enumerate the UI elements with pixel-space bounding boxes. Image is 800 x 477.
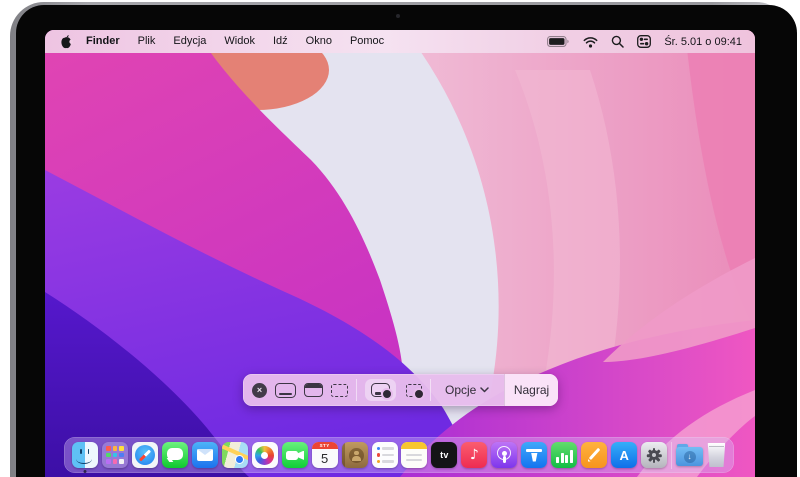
menu-item-idz[interactable]: Idź [264, 30, 297, 53]
menu-item-okno[interactable]: Okno [297, 30, 341, 53]
toolbar-separator [356, 379, 357, 401]
downloads-folder-icon: ↓ [676, 444, 704, 466]
calendar-icon: STY 5 [311, 442, 338, 468]
dock-item-calendar[interactable]: STY 5 [311, 437, 338, 473]
menu-bar-status: Śr. 5.01 o 09:41 [547, 35, 755, 48]
toolbar-separator [430, 379, 431, 401]
dock-item-numbers[interactable] [551, 437, 578, 473]
reminders-icon [371, 442, 398, 468]
dock-item-finder[interactable] [72, 437, 98, 473]
calendar-month: STY [311, 442, 338, 449]
dock-item-facetime[interactable] [281, 437, 308, 473]
record-selection-button[interactable] [406, 383, 425, 400]
dock-item-tv[interactable]: tv [431, 437, 458, 473]
dock-item-safari[interactable] [131, 437, 158, 473]
dock-item-trash[interactable] [707, 437, 726, 473]
messages-icon [161, 442, 188, 468]
dock-item-keynote[interactable] [521, 437, 548, 473]
screenshot-toolbar: × Opcje Nagraj [243, 374, 558, 406]
apple-tv-icon: tv [431, 442, 458, 468]
menu-item-finder[interactable]: Finder [77, 30, 129, 53]
record-button[interactable]: Nagraj [504, 374, 558, 406]
menu-item-widok[interactable]: Widok [215, 30, 264, 53]
screen-icon [275, 382, 296, 398]
menu-bar: Finder Plik Edycja Widok Idź Okno Pomoc [45, 30, 755, 53]
dock-item-pages[interactable] [581, 437, 608, 473]
dock-item-app-store[interactable]: A [611, 437, 638, 473]
webcam-icon [396, 14, 400, 18]
window-icon [304, 383, 323, 397]
running-indicator [83, 469, 87, 473]
capture-entire-screen-button[interactable] [275, 382, 296, 398]
numbers-icon [551, 442, 578, 468]
safari-icon [131, 442, 158, 468]
calendar-day: 5 [321, 451, 329, 466]
options-dropdown[interactable]: Opcje [439, 383, 493, 397]
dock-item-contacts[interactable] [341, 437, 368, 473]
facetime-icon [281, 442, 308, 468]
selection-icon [331, 383, 348, 397]
monterey-wallpaper [45, 30, 755, 477]
screenshot-root: Finder Plik Edycja Widok Idź Okno Pomoc [0, 0, 800, 477]
gear-icon [641, 442, 668, 468]
record-screen-icon [371, 383, 393, 400]
close-icon[interactable]: × [252, 382, 267, 398]
dock-item-downloads[interactable]: ↓ [676, 437, 704, 473]
menu-item-pomoc[interactable]: Pomoc [341, 30, 393, 53]
control-center-icon[interactable] [637, 35, 652, 48]
dock-item-podcasts[interactable] [491, 437, 518, 473]
dock-item-messages[interactable] [161, 437, 188, 473]
record-dot-icon [381, 388, 393, 400]
apple-menu[interactable] [60, 34, 73, 50]
dock-item-notes[interactable] [401, 437, 428, 473]
record-entire-screen-button[interactable] [365, 379, 396, 401]
options-label: Opcje [445, 383, 477, 397]
app-store-icon: A [611, 442, 638, 468]
battery-icon[interactable] [547, 36, 570, 47]
pages-icon [581, 442, 608, 468]
wifi-icon[interactable] [583, 36, 598, 48]
mail-icon [191, 442, 218, 468]
launchpad-icon [101, 442, 128, 468]
dock-item-mail[interactable] [191, 437, 218, 473]
display-screen: Finder Plik Edycja Widok Idź Okno Pomoc [45, 30, 755, 477]
dock-item-launchpad[interactable] [101, 437, 128, 473]
record-dot-icon [413, 387, 425, 400]
photos-icon [251, 442, 278, 468]
chevron-down-icon [480, 387, 490, 393]
contacts-icon [341, 442, 368, 468]
menu-item-plik[interactable]: Plik [129, 30, 165, 53]
keynote-icon [521, 442, 548, 468]
podcasts-icon [491, 442, 518, 468]
menu-bar-clock[interactable]: Śr. 5.01 o 09:41 [664, 36, 742, 48]
dock-item-photos[interactable] [251, 437, 278, 473]
menu-bar-left: Finder Plik Edycja Widok Idź Okno Pomoc [45, 30, 393, 53]
dock-divider [671, 441, 673, 469]
notes-icon [401, 442, 428, 468]
dock-item-system-preferences[interactable] [641, 437, 668, 473]
capture-selection-button[interactable] [331, 383, 348, 397]
dock: STY 5 tv ♪ A ↓ [64, 437, 734, 473]
music-icon: ♪ [461, 442, 488, 468]
trash-icon [707, 443, 726, 467]
menu-item-edycja[interactable]: Edycja [164, 30, 215, 53]
maps-icon [221, 442, 248, 468]
capture-window-button[interactable] [304, 383, 323, 397]
dock-item-reminders[interactable] [371, 437, 398, 473]
download-arrow-icon: ↓ [683, 450, 696, 463]
finder-icon [72, 442, 98, 468]
search-icon[interactable] [611, 35, 625, 48]
dock-item-music[interactable]: ♪ [461, 437, 488, 473]
dock-item-maps[interactable] [221, 437, 248, 473]
